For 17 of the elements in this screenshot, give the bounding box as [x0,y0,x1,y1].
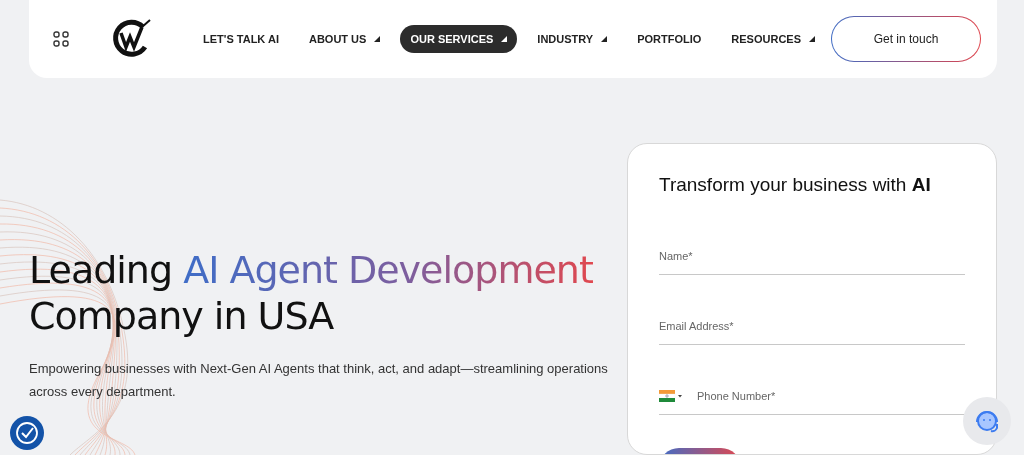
form-title: Transform your business with AI [659,174,932,196]
nav-link[interactable]: RESOURCES [721,25,826,53]
get-in-touch-button[interactable]: Get in touch [831,16,981,62]
input-field[interactable]: Email Address* [659,320,965,332]
flag-dropdown-icon[interactable] [659,390,683,402]
nav-link[interactable]: PORTFOLIO [627,25,712,53]
nav-link[interactable]: OUR SERVICES [400,25,518,53]
nav-link[interactable]: ABOUT US [298,25,391,53]
grid-menu-icon[interactable] [53,31,69,47]
chat-support-icon[interactable] [963,397,1011,445]
hero-subtitle: Empowering businesses with Next-Gen AI Agents that think, act, and adapt—streamlining operations across every department. [29,360,609,401]
nav-link[interactable]: LET'S TALK AI [193,25,289,53]
input-field[interactable]: Name* [659,250,965,262]
accessibility-icon[interactable] [10,416,44,450]
hero-headline: Leading AI Agent Development Company in USA [29,247,594,339]
input-field[interactable]: Phone Number* [697,390,965,402]
nav-link[interactable]: INDUSTRY [527,25,618,53]
